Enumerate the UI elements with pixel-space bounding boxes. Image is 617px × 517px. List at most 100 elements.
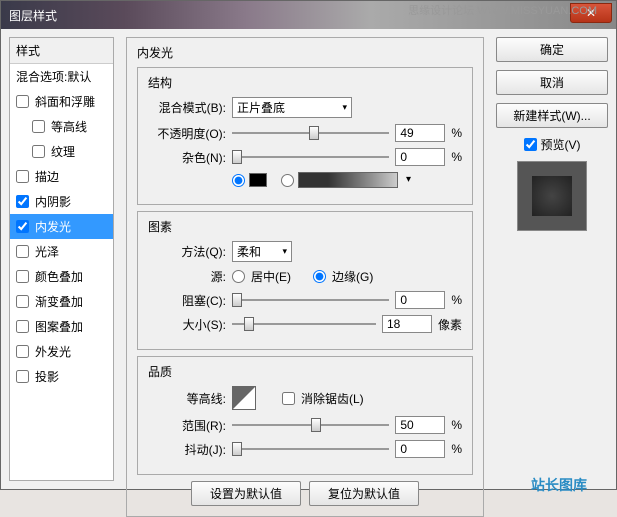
blend-mode-select[interactable]: 正片叠底 ▾ (232, 97, 352, 118)
sidebar-checkbox[interactable] (16, 245, 29, 258)
sidebar-checkbox[interactable] (16, 95, 29, 108)
jitter-label: 抖动(J): (148, 441, 226, 458)
main-panel: 内发光 结构 混合模式(B): 正片叠底 ▾ 不透明度(O): 49 % (122, 37, 488, 481)
styles-sidebar: 样式 混合选项:默认 斜面和浮雕等高线纹理描边内阴影内发光光泽颜色叠加渐变叠加图… (9, 37, 114, 481)
sidebar-item-4[interactable]: 内阴影 (10, 189, 113, 214)
range-label: 范围(R): (148, 417, 226, 434)
sidebar-checkbox[interactable] (32, 120, 45, 133)
elements-title: 图素 (144, 218, 176, 235)
source-center-label: 居中(E) (251, 268, 291, 285)
sidebar-item-label: 纹理 (51, 143, 75, 160)
sidebar-item-11[interactable]: 投影 (10, 364, 113, 389)
sidebar-checkbox[interactable] (16, 195, 29, 208)
opacity-label: 不透明度(O): (148, 125, 226, 142)
ok-button[interactable]: 确定 (496, 37, 608, 62)
antialias-label: 消除锯齿(L) (301, 390, 364, 407)
new-style-button[interactable]: 新建样式(W)... (496, 103, 608, 128)
preview-box (517, 161, 587, 231)
sidebar-item-label: 颜色叠加 (35, 268, 83, 285)
range-unit: % (451, 418, 462, 432)
sidebar-item-2[interactable]: 纹理 (10, 139, 113, 164)
preview-checkbox[interactable] (524, 138, 537, 151)
noise-input[interactable]: 0 (395, 148, 445, 166)
range-slider[interactable] (232, 417, 389, 433)
sidebar-checkbox[interactable] (16, 370, 29, 383)
sidebar-checkbox[interactable] (16, 320, 29, 333)
sidebar-header: 样式 (10, 38, 113, 64)
choke-unit: % (451, 293, 462, 307)
sidebar-item-0[interactable]: 斜面和浮雕 (10, 89, 113, 114)
source-edge-radio[interactable] (313, 270, 326, 283)
watermark-top: 思缘设计论坛 WWW.MISSYUAN.COM (408, 2, 597, 18)
size-unit: 像素 (438, 316, 462, 333)
opacity-unit: % (451, 126, 462, 140)
gradient-radio[interactable] (281, 174, 294, 187)
watermark-bottom: 站长图库 (531, 475, 587, 495)
inner-glow-fieldset: 内发光 结构 混合模式(B): 正片叠底 ▾ 不透明度(O): 49 % (126, 37, 484, 517)
antialias-checkbox[interactable] (282, 392, 295, 405)
color-radio[interactable] (232, 174, 245, 187)
sidebar-checkbox[interactable] (16, 345, 29, 358)
range-input[interactable]: 50 (395, 416, 445, 434)
sidebar-checkbox[interactable] (32, 145, 45, 158)
sidebar-item-label: 内阴影 (35, 193, 71, 210)
color-swatch[interactable] (249, 173, 267, 187)
choke-label: 阻塞(C): (148, 292, 226, 309)
panel-title: 内发光 (133, 44, 177, 61)
sidebar-checkbox[interactable] (16, 170, 29, 183)
sidebar-item-5[interactable]: 内发光 (10, 214, 113, 239)
sidebar-item-7[interactable]: 颜色叠加 (10, 264, 113, 289)
choke-slider[interactable] (232, 292, 389, 308)
source-label: 源: (148, 268, 226, 285)
technique-value: 柔和 (237, 243, 261, 260)
choke-input[interactable]: 0 (395, 291, 445, 309)
jitter-slider[interactable] (232, 441, 389, 457)
chevron-down-icon: ▾ (342, 102, 347, 113)
opacity-input[interactable]: 49 (395, 124, 445, 142)
default-buttons: 设置为默认值 复位为默认值 (137, 481, 473, 506)
layer-style-dialog: 图层样式 ✕ 样式 混合选项:默认 斜面和浮雕等高线纹理描边内阴影内发光光泽颜色… (0, 0, 617, 490)
sidebar-item-label: 图案叠加 (35, 318, 83, 335)
contour-picker[interactable] (232, 386, 256, 410)
preview-swatch (532, 176, 572, 216)
preview-label: 预览(V) (541, 136, 581, 153)
set-default-button[interactable]: 设置为默认值 (191, 481, 301, 506)
sidebar-item-label: 渐变叠加 (35, 293, 83, 310)
noise-slider[interactable] (232, 149, 389, 165)
chevron-down-icon: ▾ (282, 246, 287, 257)
size-input[interactable]: 18 (382, 315, 432, 333)
sidebar-item-9[interactable]: 图案叠加 (10, 314, 113, 339)
reset-default-button[interactable]: 复位为默认值 (309, 481, 419, 506)
cancel-button[interactable]: 取消 (496, 70, 608, 95)
sidebar-blend-options[interactable]: 混合选项:默认 (10, 64, 113, 89)
structure-title: 结构 (144, 74, 176, 91)
elements-group: 图素 方法(Q): 柔和▾ 源: 居中(E) 边缘(G) (137, 211, 473, 350)
sidebar-item-3[interactable]: 描边 (10, 164, 113, 189)
sidebar-checkbox[interactable] (16, 220, 29, 233)
contour-label: 等高线: (148, 390, 226, 407)
sidebar-item-label: 等高线 (51, 118, 87, 135)
sidebar-checkbox[interactable] (16, 270, 29, 283)
technique-label: 方法(Q): (148, 243, 226, 260)
blend-mode-label: 混合模式(B): (148, 99, 226, 116)
sidebar-item-8[interactable]: 渐变叠加 (10, 289, 113, 314)
source-center-radio[interactable] (232, 270, 245, 283)
opacity-slider[interactable] (232, 125, 389, 141)
sidebar-item-label: 投影 (35, 368, 59, 385)
quality-title: 品质 (144, 363, 176, 380)
right-panel: 确定 取消 新建样式(W)... 预览(V) (488, 37, 608, 481)
sidebar-item-10[interactable]: 外发光 (10, 339, 113, 364)
sidebar-item-label: 描边 (35, 168, 59, 185)
blend-mode-value: 正片叠底 (237, 99, 285, 116)
jitter-input[interactable]: 0 (395, 440, 445, 458)
gradient-swatch[interactable] (298, 172, 398, 188)
jitter-unit: % (451, 442, 462, 456)
size-slider[interactable] (232, 316, 376, 332)
sidebar-item-1[interactable]: 等高线 (10, 114, 113, 139)
sidebar-item-label: 斜面和浮雕 (35, 93, 95, 110)
size-label: 大小(S): (148, 316, 226, 333)
sidebar-checkbox[interactable] (16, 295, 29, 308)
technique-select[interactable]: 柔和 ▾ (232, 241, 292, 262)
sidebar-item-6[interactable]: 光泽 (10, 239, 113, 264)
sidebar-item-label: 内发光 (35, 218, 71, 235)
